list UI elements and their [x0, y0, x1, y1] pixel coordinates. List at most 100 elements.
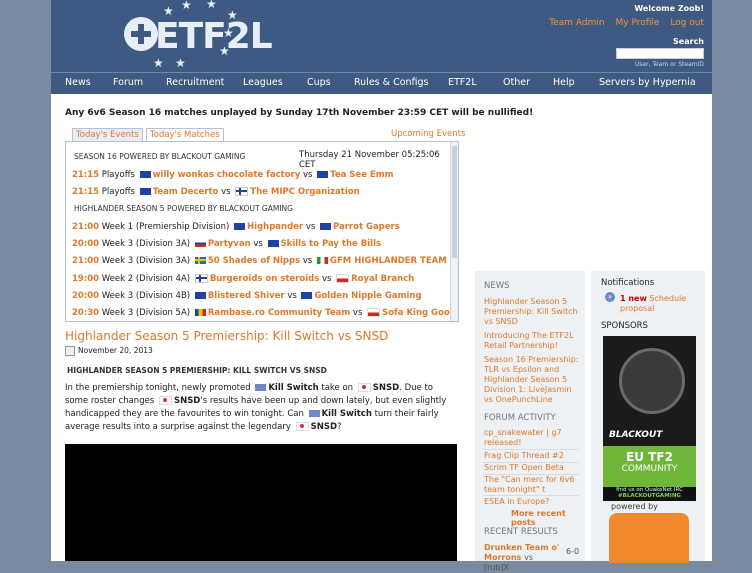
events-panel: SEASON 16 POWERED BY BLACKOUT GAMING Thu…	[65, 141, 459, 322]
news-item[interactable]: Highlander Season 5 Premiership: Kill Sw…	[484, 297, 579, 327]
logout-link[interactable]: Log out	[670, 18, 704, 28]
notification-schedule[interactable]: 1 new Schedule proposal	[620, 294, 700, 314]
news-item[interactable]: Introducing The ETF2L Retail Partnership…	[484, 331, 579, 351]
eu-flag-icon	[194, 292, 206, 299]
user-links: Team Admin My Profile Log out	[541, 18, 704, 28]
nav-item-recruitment[interactable]: Recruitment	[166, 77, 224, 88]
current-datetime: Thursday 21 November 05:25:06 CET	[299, 150, 440, 170]
team-link[interactable]: Partyvan	[208, 239, 251, 249]
site-logo[interactable]: ETF2L	[155, 16, 273, 57]
nav-item-servers[interactable]: Servers by Hypernia	[599, 77, 696, 88]
community-box: EU TF2 COMMUNITY	[603, 446, 696, 487]
un-flag-icon	[308, 410, 320, 417]
forum-item[interactable]: The "Can merc for 6v6 team tonight" t	[484, 475, 579, 495]
nav-item-cups[interactable]: Cups	[307, 77, 331, 88]
poland-flag-icon	[336, 274, 350, 283]
forum-item[interactable]: Frag Clip Thread #2	[484, 451, 579, 461]
team-link[interactable]: Golden Nipple Gaming	[314, 291, 421, 301]
tf2-logo-icon	[124, 17, 158, 51]
team-link[interactable]: Skills to Pay the Bills	[281, 239, 382, 249]
match-time: 21:00	[72, 256, 100, 266]
vs-text: vs	[321, 274, 332, 284]
sidebar-column: Notifications » 1 new Schedule proposal …	[591, 271, 705, 563]
notification-icon: »	[605, 292, 615, 302]
nav-item-etf2l[interactable]: ETF2L	[448, 77, 477, 88]
site-header: ★ ★ ★ ★ ★ ★ ★ ★ ETF2L Welcome Zoob! Team…	[51, 0, 712, 72]
scroll-thumb[interactable]	[452, 146, 457, 258]
tab-todays-matches[interactable]: Today's Matches	[146, 128, 224, 141]
italy-flag-icon	[317, 257, 329, 264]
nav-item-rules[interactable]: Rules & Configs	[354, 77, 429, 88]
match-row: 21:15 Playoffs willy wonkas chocolate fa…	[72, 170, 393, 180]
events-scrollbar[interactable]	[450, 142, 458, 321]
partner-logo[interactable]	[609, 513, 689, 563]
powered-by-text: powered by	[611, 502, 658, 511]
notifications-heading: Notifications	[601, 278, 655, 288]
star-icon: ★	[181, 0, 192, 12]
article-body: In the premiership tonight, newly promot…	[65, 383, 447, 432]
gear-logo-icon	[619, 348, 685, 414]
forum-item[interactable]: Scrim TF Open Beta	[484, 463, 579, 473]
star-icon: ★	[206, 0, 217, 11]
team-link[interactable]: Royal Branch	[351, 274, 414, 284]
nav-item-other[interactable]: Other	[503, 77, 530, 88]
forum-item[interactable]: ESEA in Europe?	[484, 497, 579, 507]
forum-item[interactable]: cp_snakewater | g7 released!	[484, 428, 579, 448]
star-icon: ★	[153, 56, 164, 70]
calendar-icon	[65, 346, 75, 356]
match-row: 19:00 Week 2 (Division 4A) Burgeroids on…	[72, 274, 414, 284]
sweden-flag-icon	[194, 257, 206, 264]
team-link[interactable]: GFM HIGHLANDER TEAM	[330, 256, 447, 266]
korea-flag-icon	[357, 383, 371, 392]
irc-info: find us on QuakeNet IRC #BLACKOUTGAMING	[603, 487, 696, 501]
team-link[interactable]: 50 Shades of Nipps	[208, 256, 300, 266]
team-link[interactable]: Parrot Gapers	[333, 222, 400, 232]
more-posts-link[interactable]: More recent posts	[511, 509, 585, 527]
result-team[interactable]: Morrons vs [rub]X	[484, 553, 544, 573]
match-row: 21:00 Week 3 (Division 3A) 50 Shades of …	[72, 256, 447, 266]
blackout-banner[interactable]: BLACKOUT EU TF2 COMMUNITY find us on Qua…	[603, 336, 696, 501]
article-title[interactable]: Highlander Season 5 Premiership: Kill Sw…	[65, 329, 388, 343]
match-row: 20:00 Week 3 (Division 4B) Blistered Shi…	[72, 291, 422, 301]
match-time: 21:15	[72, 170, 100, 180]
eu-tf2-text: EU TF2	[626, 450, 673, 464]
match-time: 20:00	[72, 291, 100, 301]
video-embed[interactable]	[65, 444, 457, 561]
search-label: Search	[673, 37, 704, 46]
article-subtitle: HIGHLANDER SEASON 5 PREMIERSHIP: KILL SW…	[67, 366, 327, 375]
korea-flag-icon	[158, 396, 172, 405]
nav-item-leagues[interactable]: Leagues	[243, 77, 283, 88]
team-link[interactable]: Rambase.ro Community Team	[208, 308, 350, 318]
my-profile-link[interactable]: My Profile	[616, 18, 660, 28]
vs-text: vs	[352, 308, 363, 318]
vs-text: vs	[287, 291, 297, 301]
team-link[interactable]: Blistered Shiver	[208, 291, 285, 301]
match-time: 20:00	[72, 239, 100, 249]
nav-item-forum[interactable]: Forum	[113, 77, 143, 88]
team-link[interactable]: The MIPC Organization	[250, 187, 359, 197]
results-heading: RECENT RESULTS	[484, 527, 558, 537]
eu-flag-icon	[139, 188, 151, 195]
nav-item-news[interactable]: News	[65, 77, 91, 88]
team-link[interactable]: Team Decerto	[153, 187, 219, 197]
main-nav: News Forum Recruitment Leagues Cups Rule…	[51, 72, 712, 94]
news-heading: NEWS	[484, 281, 510, 291]
team-kill-switch: Kill Switch	[268, 383, 319, 393]
team-link[interactable]: Highpander	[247, 222, 303, 232]
team-link[interactable]: Burgeroids on steroids	[210, 274, 319, 284]
upcoming-events-link[interactable]: Upcoming Events	[391, 129, 465, 139]
season16-heading: SEASON 16 POWERED BY BLACKOUT GAMING	[74, 152, 246, 161]
match-label: Week 2 (Division 4A)	[101, 274, 191, 284]
team-admin-link[interactable]: Team Admin	[549, 18, 604, 28]
result-team[interactable]: Drunken Team o'	[484, 543, 579, 553]
match-row: 20:30 Week 3 (Division 5A) Rambase.ro Co…	[72, 308, 456, 318]
news-item[interactable]: Season 16 Premiership: TLR vs Epsilon an…	[484, 355, 579, 405]
team-link[interactable]: willy wonkas chocolate factory	[153, 170, 301, 180]
forum-heading: FORUM ACTIVITY	[484, 413, 556, 423]
team-link[interactable]: Sofa King Good	[382, 308, 456, 318]
search-input[interactable]	[616, 48, 704, 59]
tab-todays-events[interactable]: Today's Events	[72, 128, 143, 141]
team-link[interactable]: Tea See Emm	[330, 170, 393, 180]
match-time: 20:30	[72, 308, 100, 318]
nav-item-help[interactable]: Help	[553, 77, 575, 88]
